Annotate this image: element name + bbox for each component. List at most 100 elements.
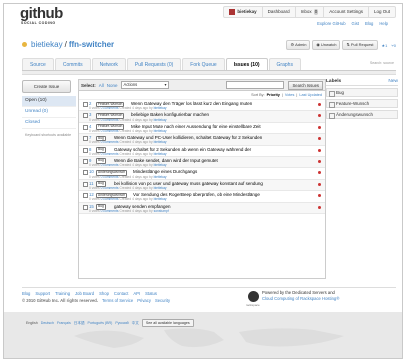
inbox-link[interactable]: Inbox 0	[296, 7, 325, 17]
issue-comments-link[interactable]: 0 comments	[101, 186, 119, 190]
close-issue-icon[interactable]	[318, 194, 321, 198]
terms-link[interactable]: Terms of Service	[102, 298, 133, 303]
issue-title-link[interactable]: bei kollision von pc user und gateway mu…	[114, 181, 263, 186]
language-deutsch[interactable]: Deutsch	[41, 321, 54, 325]
issue-comments-link[interactable]: 0 comments	[101, 209, 119, 213]
dashboard-link[interactable]: Dashboard	[263, 7, 296, 17]
issue-checkbox[interactable]	[83, 124, 88, 130]
tab-graphs[interactable]: Graphs	[268, 58, 301, 70]
footer-link[interactable]: Shop	[99, 291, 109, 296]
github-logo[interactable]: github SOCIAL CODING	[20, 6, 63, 25]
rackspace-logo-icon[interactable]	[248, 291, 259, 302]
new-label-link[interactable]: New	[388, 79, 398, 84]
issue-checkbox[interactable]	[83, 170, 88, 176]
footer-link[interactable]: Blog	[22, 291, 30, 296]
issue-title-link[interactable]: Mindestlänge eines Durchgangs	[133, 169, 197, 174]
close-issue-icon[interactable]	[318, 114, 321, 118]
pull-request-button[interactable]: ⇅ Pull Request	[342, 40, 378, 50]
footer-link[interactable]: Job Board	[75, 291, 94, 296]
tab-network[interactable]: Network	[91, 58, 126, 70]
privacy-link[interactable]: Privacy	[137, 298, 151, 303]
keyboard-shortcuts-hint[interactable]: Keyboard shortcuts available	[22, 133, 76, 138]
sort-votes[interactable]: Votes	[285, 93, 295, 97]
issue-author-link[interactable]: bietiekay	[154, 163, 167, 167]
issue-title-link[interactable]: Mike Input Mute nach einer Aussendung fü…	[131, 124, 261, 129]
gist-link[interactable]: Gist	[352, 21, 359, 26]
issue-comments-link[interactable]: 0 comments	[101, 118, 119, 122]
close-issue-icon[interactable]	[318, 205, 321, 209]
issue-comments-link[interactable]: 0 comments	[101, 106, 119, 110]
issue-number[interactable]: 8	[89, 147, 91, 152]
forks-count[interactable]: ⑂0	[391, 43, 396, 48]
issue-comments-link[interactable]: 0 comments	[101, 152, 119, 156]
tab-source[interactable]: Source	[22, 58, 54, 70]
issue-comments-link[interactable]: 0 comments	[101, 129, 119, 133]
issue-number[interactable]: 7	[89, 135, 91, 140]
tab-commits[interactable]: Commits	[54, 58, 91, 70]
issue-title-link[interactable]: Vor Sendung des RogerBeep überprüfen, ob…	[133, 192, 260, 197]
repo-owner-link[interactable]: bietiekay	[31, 40, 63, 49]
issue-number[interactable]: 4	[89, 124, 91, 129]
issue-title-link[interactable]: Wenn Gateway den Träger los lässt kurz d…	[131, 101, 252, 106]
footer-link[interactable]: API	[133, 291, 140, 296]
close-issue-icon[interactable]	[318, 159, 321, 163]
issue-row[interactable]: 8 Bug Gateway schaltet für 2 Sekunden ab w…	[79, 146, 325, 157]
issue-row[interactable]: 11 Bug bei kollision von pc user und gatew…	[79, 179, 325, 192]
issue-row[interactable]: 15 Bug gateway senden empfangen 0 votes 0 c…	[79, 202, 325, 214]
filter-unread[interactable]: Unread (0)	[22, 107, 76, 118]
tab-fork-queue[interactable]: Fork Queue	[182, 58, 225, 70]
issue-checkbox[interactable]	[83, 181, 88, 187]
issue-author-link[interactable]: bietiekay	[154, 118, 167, 122]
create-issue-button[interactable]: Create Issue	[22, 80, 71, 93]
issue-author-link[interactable]: bietiekay	[154, 152, 167, 156]
issue-title-link[interactable]: Gateway schaltet für 2 Sekunden ab wenn …	[114, 147, 251, 152]
issue-row[interactable]: 12 Änderungswunsch Vor Sendung des RogerBe…	[79, 191, 325, 203]
footer-link[interactable]: Contact	[114, 291, 128, 296]
issue-number[interactable]: 9	[89, 158, 91, 163]
footer-link[interactable]: Support	[35, 291, 50, 296]
issue-comments-link[interactable]: 0 comments	[101, 197, 119, 201]
help-link[interactable]: Help	[379, 21, 388, 26]
sort-priority[interactable]: Priority	[267, 93, 280, 97]
close-issue-icon[interactable]	[318, 125, 321, 129]
label-feature-wunsch[interactable]: Feature-Wunsch	[326, 99, 398, 108]
account-settings-link[interactable]: Account Settings	[324, 7, 369, 17]
label-aenderungswunsch[interactable]: Änderungswunsch	[326, 110, 398, 119]
issue-author-link[interactable]: bietiekay	[154, 106, 167, 110]
issue-author-link[interactable]: sonstumpf	[154, 209, 169, 213]
issue-title-link[interactable]: Wenn Gateway und PC-User kollidieren, sc…	[114, 135, 262, 140]
issue-checkbox[interactable]	[83, 102, 88, 107]
close-issue-icon[interactable]	[318, 148, 321, 152]
issues-search-input[interactable]	[226, 81, 285, 89]
issue-row[interactable]: 2 Feature-Wunsch Wenn Gateway den Träger l…	[79, 100, 325, 112]
close-issue-icon[interactable]	[318, 171, 321, 175]
issue-comments-link[interactable]: 0 comments	[101, 163, 119, 167]
issue-checkbox[interactable]	[83, 193, 88, 199]
issue-number[interactable]: 12	[89, 192, 94, 197]
issue-author-link[interactable]: bietiekay	[154, 140, 167, 144]
repo-name-link[interactable]: ffn-switcher	[69, 40, 114, 49]
close-issue-icon[interactable]	[318, 103, 321, 106]
unwatch-button[interactable]: ◉ Unwatch	[312, 40, 341, 50]
powered-line-2[interactable]: Cloud Computing of Rackspace Hosting®	[262, 296, 392, 302]
issue-checkbox[interactable]	[83, 147, 88, 153]
blog-link[interactable]: Blog	[365, 21, 373, 26]
issue-author-link[interactable]: bietiekay	[154, 175, 167, 179]
admin-button[interactable]: ⚙ Admin	[286, 40, 311, 50]
issue-number[interactable]: 11	[89, 181, 93, 186]
issue-title-link[interactable]: Wenn die Bake sendet, dann wird der Inpu…	[114, 158, 218, 163]
filter-open[interactable]: Open (10)	[22, 96, 76, 107]
select-all-link[interactable]: All	[99, 83, 104, 88]
issue-author-link[interactable]: bietiekay	[154, 129, 167, 133]
user-menu[interactable]: bietiekay	[224, 7, 263, 17]
issue-title-link[interactable]: gateway senden empfangen	[114, 204, 171, 209]
issue-number[interactable]: 2	[89, 101, 91, 106]
repo-search-input[interactable]: Search: source	[354, 61, 394, 66]
close-issue-icon[interactable]	[318, 137, 321, 141]
explore-link[interactable]: Explore GitHub	[317, 21, 345, 26]
issue-number[interactable]: 3	[89, 112, 91, 117]
language-english[interactable]: English	[26, 321, 38, 325]
filter-closed[interactable]: Closed	[22, 118, 76, 129]
issue-row[interactable]: 9 Bug Wenn die Bake sendet, dann wird der …	[79, 156, 325, 169]
watchers-count[interactable]: ★1	[382, 43, 388, 48]
